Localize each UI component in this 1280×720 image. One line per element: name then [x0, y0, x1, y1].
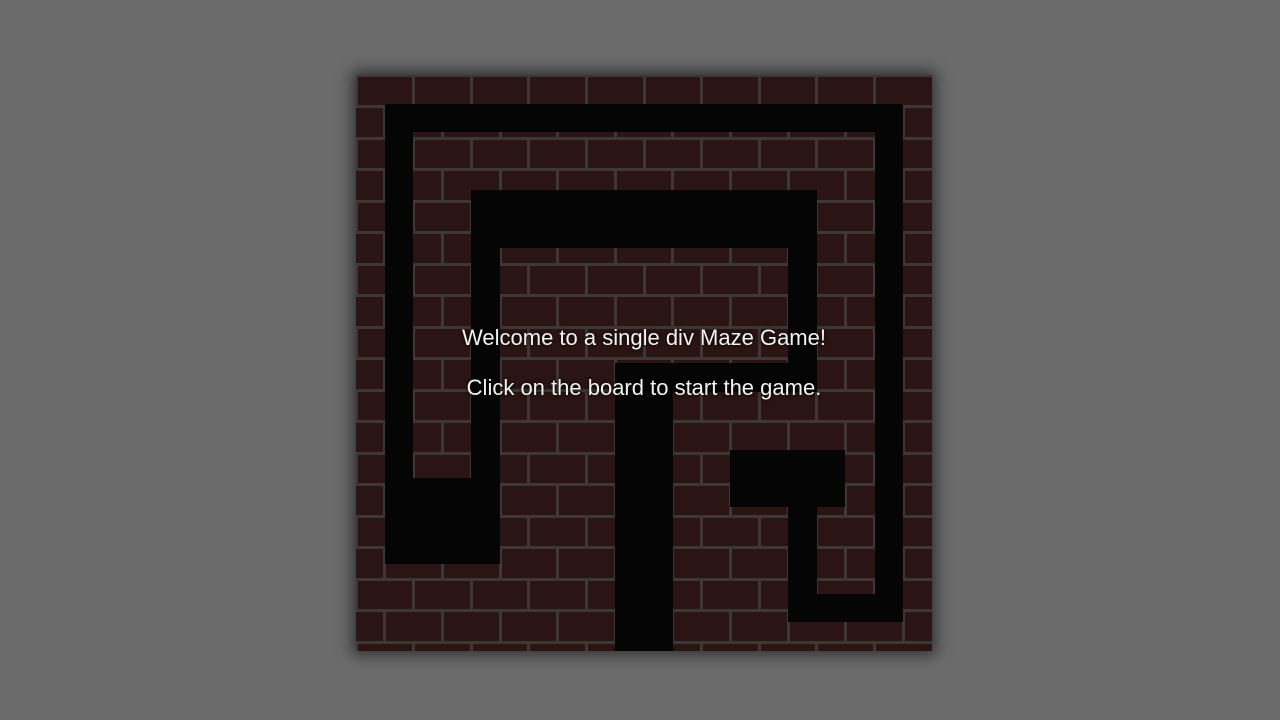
- brick-mortar-joint: [700, 75, 704, 107]
- brick-mortar-joint: [356, 264, 358, 296]
- brick-mortar-joint: [815, 75, 819, 107]
- brick-mortar-joint: [700, 453, 704, 485]
- brick-mortar-joint: [757, 390, 761, 422]
- brick-mortar-joint: [440, 421, 444, 453]
- brick-mortar-joint: [412, 75, 416, 107]
- maze-wall-inner-left: [471, 190, 500, 564]
- brick-mortar-joint: [527, 264, 531, 296]
- brick-mortar-joint: [556, 547, 560, 579]
- brick-mortar-joint: [469, 579, 473, 611]
- brick-mortar-joint: [584, 579, 588, 611]
- brick-mortar-joint: [383, 610, 387, 642]
- brick-mortar-joint: [815, 642, 819, 651]
- brick-mortar-joint: [527, 453, 531, 485]
- brick-mortar-joint: [844, 421, 848, 453]
- brick-mortar-joint: [356, 327, 358, 359]
- maze-wall-inner-top: [471, 190, 817, 248]
- brick-mortar-joint: [671, 295, 675, 327]
- brick-mortar-joint: [356, 579, 358, 611]
- brick-mortar-joint: [815, 390, 819, 422]
- brick-mortar-joint: [757, 327, 761, 359]
- brick-mortar-joint: [527, 138, 531, 170]
- brick-mortar-joint: [584, 327, 588, 359]
- brick-mortar-joint: [498, 610, 502, 642]
- brick-mortar-joint: [844, 295, 848, 327]
- brick-mortar-joint: [844, 232, 848, 264]
- maze-wall-center-column: [615, 363, 673, 651]
- brick-mortar-joint: [440, 169, 444, 201]
- brick-mortar-joint: [527, 642, 531, 651]
- brick-mortar-joint: [844, 358, 848, 390]
- brick-mortar-joint: [728, 295, 732, 327]
- maze-board[interactable]: Welcome to a single div Maze Game! Click…: [356, 75, 932, 651]
- brick-mortar-joint: [412, 579, 416, 611]
- brick-mortar-joint: [356, 390, 358, 422]
- brick-mortar-joint: [527, 327, 531, 359]
- brick-mortar-joint: [440, 610, 444, 642]
- brick-mortar-joint: [527, 75, 531, 107]
- brick-mortar-joint: [356, 642, 358, 651]
- brick-mortar-joint: [584, 75, 588, 107]
- brick-mortar-joint: [356, 201, 358, 233]
- brick-mortar-joint: [728, 421, 732, 453]
- brick-mortar-joint: [440, 295, 444, 327]
- maze-wall-right-block: [730, 450, 845, 507]
- brick-mortar-joint: [872, 75, 876, 107]
- brick-mortar-joint: [584, 516, 588, 548]
- brick-mortar-joint: [642, 327, 646, 359]
- brick-mortar-joint: [700, 327, 704, 359]
- maze-wall-right-outer: [875, 104, 903, 622]
- brick-mortar-joint: [469, 642, 473, 651]
- brick-mortar-joint: [757, 642, 761, 651]
- brick-mortar-joint: [700, 579, 704, 611]
- brick-mortar-joint: [440, 232, 444, 264]
- brick-mortar-joint: [844, 547, 848, 579]
- brick-mortar-joint: [844, 169, 848, 201]
- brick-mortar-joint: [556, 421, 560, 453]
- brick-mortar-joint: [728, 547, 732, 579]
- brick-mortar-joint: [757, 138, 761, 170]
- brick-mortar-joint: [642, 75, 646, 107]
- brick-mortar-joint: [356, 453, 358, 485]
- brick-mortar-joint: [815, 138, 819, 170]
- brick-mortar-joint: [700, 642, 704, 651]
- maze-wall-top-outer: [385, 104, 903, 132]
- brick-mortar-joint: [700, 138, 704, 170]
- brick-mortar-joint: [613, 295, 617, 327]
- brick-mortar-joint: [440, 358, 444, 390]
- brick-mortar-joint: [469, 75, 473, 107]
- brick-mortar-joint: [556, 295, 560, 327]
- brick-mortar-joint: [469, 138, 473, 170]
- brick-mortar-joint: [556, 610, 560, 642]
- brick-mortar-joint: [584, 138, 588, 170]
- brick-mortar-joint: [356, 138, 358, 170]
- brick-mortar-joint: [527, 579, 531, 611]
- brick-mortar-joint: [556, 358, 560, 390]
- brick-mortar-joint: [872, 642, 876, 651]
- brick-mortar-joint: [412, 642, 416, 651]
- brick-mortar-joint: [584, 642, 588, 651]
- brick-mortar-joint: [584, 264, 588, 296]
- brick-mortar-joint: [584, 390, 588, 422]
- brick-mortar-joint: [356, 516, 358, 548]
- brick-mortar-joint: [728, 610, 732, 642]
- brick-mortar-joint: [757, 516, 761, 548]
- brick-mortar-joint: [527, 390, 531, 422]
- brick-mortar-joint: [356, 75, 358, 107]
- brick-mortar-joint: [527, 516, 531, 548]
- brick-mortar-joint: [757, 75, 761, 107]
- brick-mortar-joint: [757, 579, 761, 611]
- maze-wall-inner-right: [788, 190, 817, 363]
- brick-mortar-joint: [642, 264, 646, 296]
- brick-mortar-joint: [757, 264, 761, 296]
- brick-mortar-joint: [786, 421, 790, 453]
- maze-wall-right-stem: [788, 507, 817, 622]
- brick-mortar-joint: [556, 484, 560, 516]
- brick-mortar-joint: [584, 453, 588, 485]
- brick-mortar-joint: [700, 390, 704, 422]
- brick-mortar-joint: [700, 264, 704, 296]
- brick-mortar-joint: [642, 138, 646, 170]
- brick-mortar-joint: [700, 516, 704, 548]
